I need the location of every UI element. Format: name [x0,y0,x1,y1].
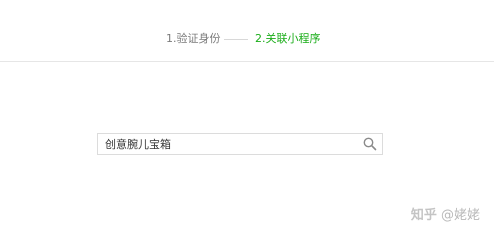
step-link-miniprogram: 2.关联小程序 [255,32,321,45]
watermark-brand: 知乎 [410,208,437,223]
header-divider [0,61,494,62]
search-icon[interactable] [362,136,378,152]
search-box [97,133,383,155]
search-input[interactable] [98,134,358,154]
page: 1.验证身份 2.关联小程序 知乎 @姥姥 [0,0,494,240]
step-indicator: 1.验证身份 2.关联小程序 [0,28,494,50]
watermark: 知乎 @姥姥 [411,208,480,224]
step-divider [224,39,248,40]
step-verify-identity: 1.验证身份 [166,32,221,45]
watermark-user: @姥姥 [440,208,480,223]
